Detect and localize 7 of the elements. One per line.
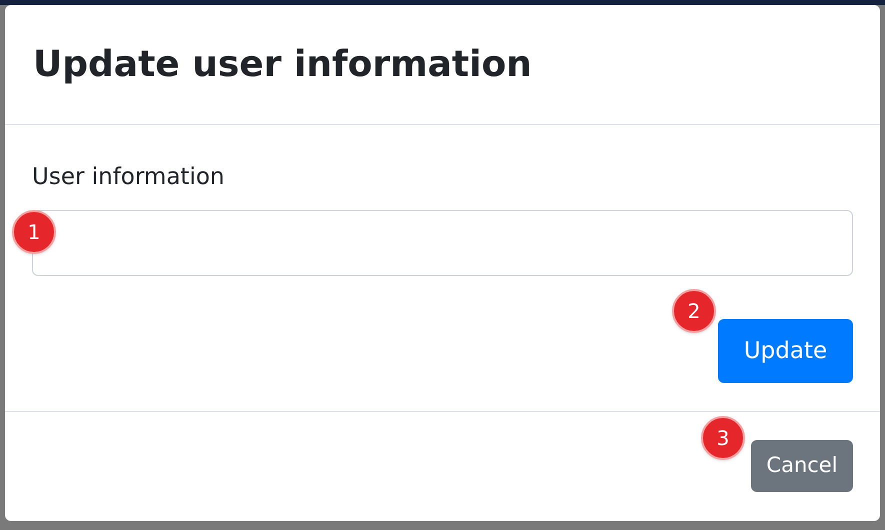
dialog-title: Update user information [33, 42, 532, 86]
step-marker: 2 [672, 289, 716, 333]
step-marker: 3 [701, 416, 745, 460]
step-marker: 1 [12, 210, 56, 254]
cancel-button[interactable]: Cancel [751, 440, 853, 492]
field-label: User information [32, 163, 224, 192]
update-button[interactable]: Update [718, 319, 853, 383]
